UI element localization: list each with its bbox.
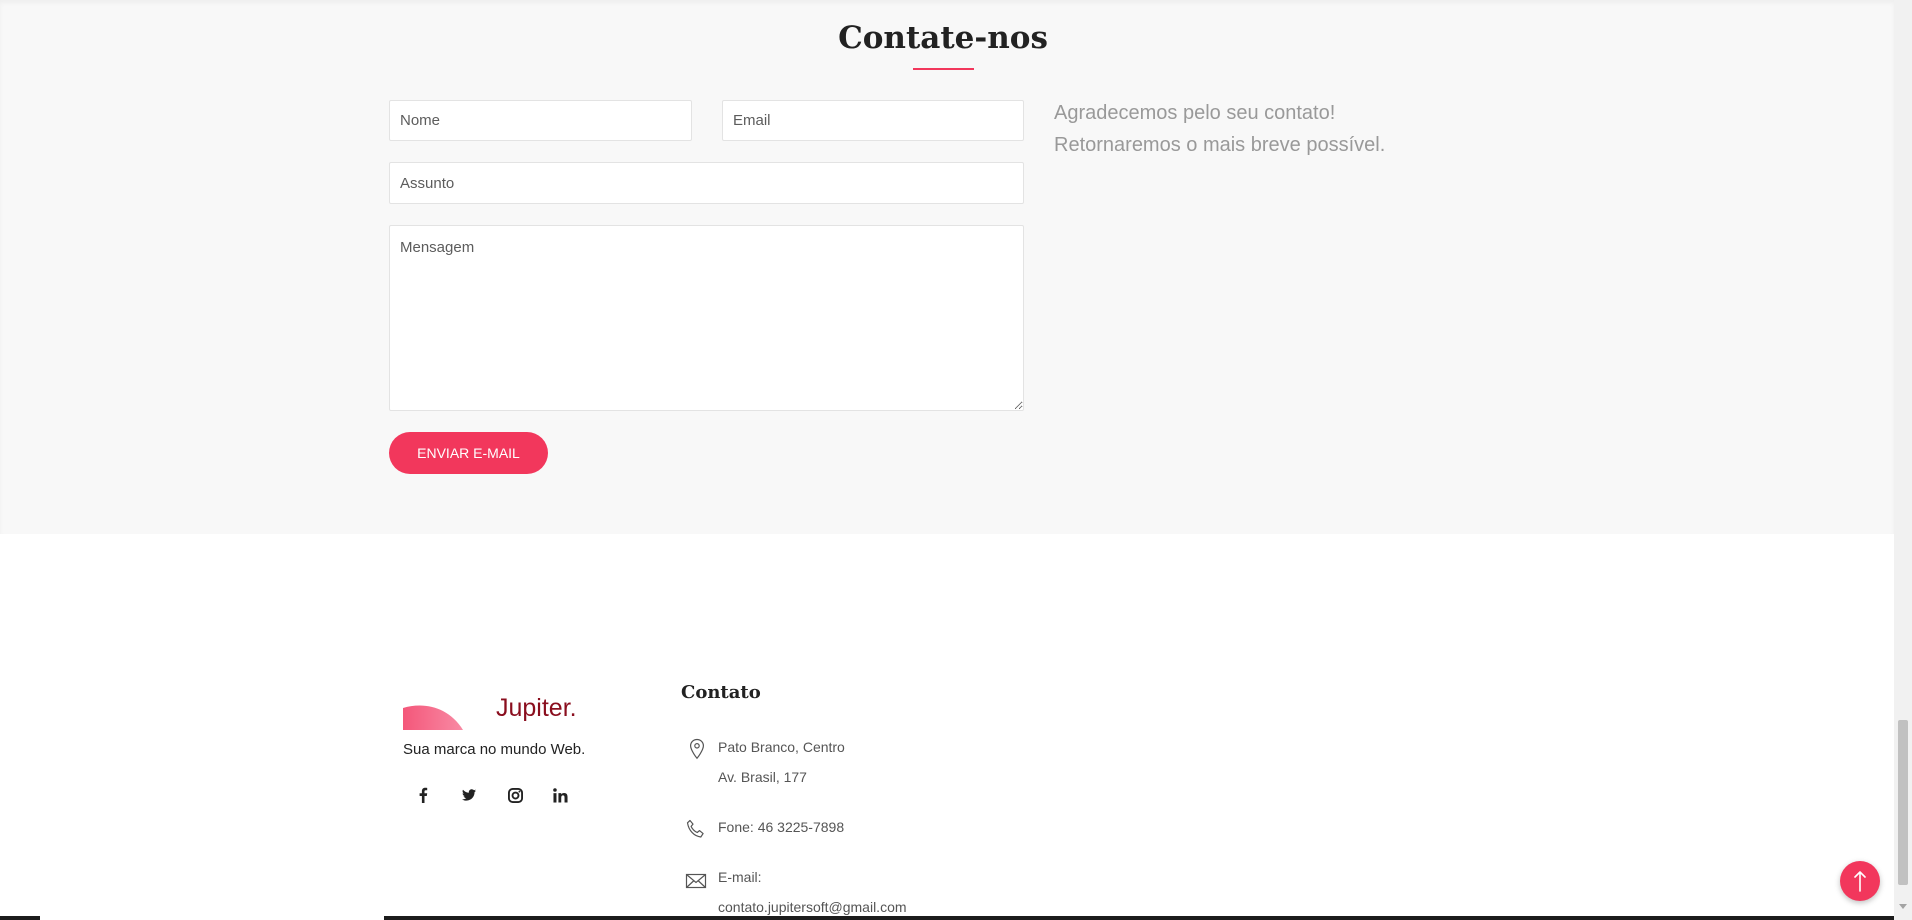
back-to-top-button[interactable]	[1840, 861, 1880, 901]
arrow-up-icon	[1854, 871, 1866, 892]
scrollbar-thumb[interactable]	[1898, 720, 1908, 885]
logo-icon	[403, 705, 463, 730]
thanks-message: Agradecemos pelo seu contato! Retornarem…	[1054, 97, 1474, 161]
thanks-line-2: Retornaremos o mais breve possível.	[1054, 134, 1386, 156]
phone-number: Fone: 46 3225-7898	[718, 819, 845, 835]
footer	[0, 534, 1894, 920]
bottom-divider-right	[384, 916, 1894, 920]
brand-name[interactable]: Jupiter.	[496, 694, 577, 723]
email-label: E-mail:	[718, 869, 762, 885]
bottom-divider-left	[0, 916, 40, 920]
brand-tagline: Sua marca no mundo Web.	[403, 741, 586, 758]
email-input[interactable]	[722, 100, 1024, 141]
linkedin-link[interactable]	[548, 783, 572, 807]
section-title: Contate-nos	[838, 20, 1048, 56]
facebook-icon	[419, 787, 428, 803]
vertical-scrollbar[interactable]	[1894, 0, 1912, 920]
message-textarea[interactable]	[389, 225, 1024, 411]
address-line-1: Pato Branco, Centro	[718, 739, 845, 755]
location-pin-icon	[689, 738, 705, 760]
contact-section: Contate-nos ENVIAR E-MAIL Agradecemos pe…	[0, 0, 1894, 534]
address-line-2: Av. Brasil, 177	[718, 769, 807, 785]
footer-contact-heading: Contato	[681, 682, 761, 703]
subject-input[interactable]	[389, 162, 1024, 204]
page: Contate-nos ENVIAR E-MAIL Agradecemos pe…	[0, 0, 1912, 920]
thanks-line-1: Agradecemos pelo seu contato!	[1054, 102, 1336, 124]
title-underline	[913, 68, 974, 70]
send-email-button[interactable]: ENVIAR E-MAIL	[389, 432, 548, 474]
email-address[interactable]: contato.jupitersoft@gmail.com	[718, 899, 907, 915]
instagram-icon	[507, 787, 523, 803]
twitter-link[interactable]	[457, 783, 481, 807]
name-input[interactable]	[389, 100, 692, 141]
instagram-link[interactable]	[503, 783, 527, 807]
twitter-icon	[462, 789, 476, 801]
facebook-link[interactable]	[411, 783, 435, 807]
envelope-icon	[685, 873, 707, 889]
phone-icon	[686, 819, 704, 838]
scroll-down-arrow-icon[interactable]	[1899, 904, 1907, 909]
linkedin-icon	[552, 787, 568, 803]
